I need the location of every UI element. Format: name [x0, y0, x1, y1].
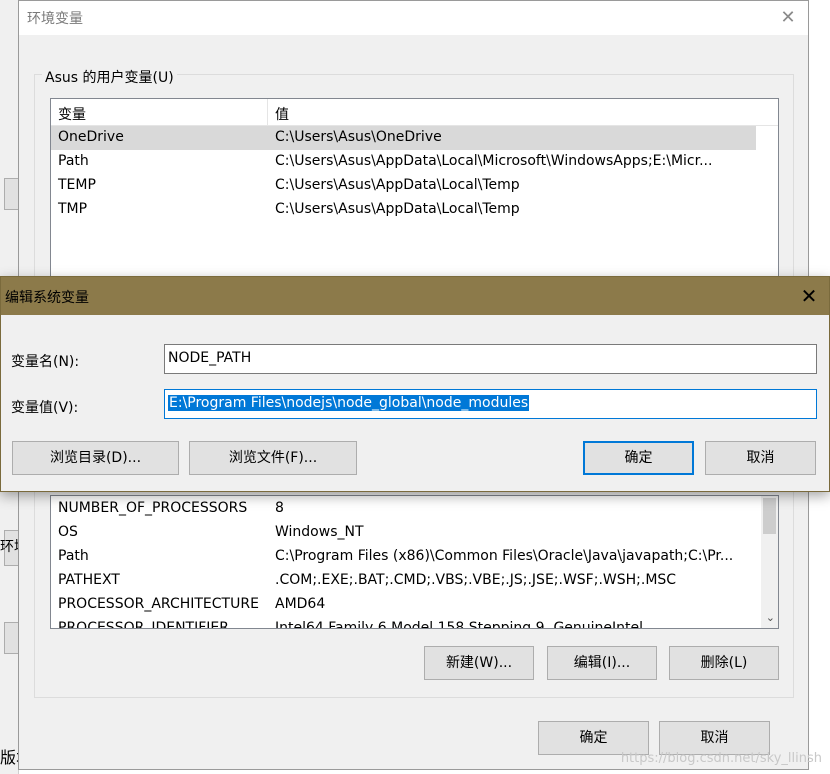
dialog-title: 环境变量	[27, 11, 83, 27]
user-variables-list[interactable]: 变量 值 OneDrive C:\Users\Asus\OneDrive Pat…	[50, 98, 779, 278]
variable-value: C:\Program Files (x86)\Common Files\Orac…	[275, 548, 734, 564]
variable-value: C:\Users\Asus\AppData\Local\Microsoft\Wi…	[275, 153, 713, 169]
cancel-button[interactable]: 取消	[659, 721, 770, 755]
watermark: https://blog.csdn.net/sky_llinsh	[620, 751, 822, 766]
variable-value: Intel64 Family 6 Model 158 Stepping 9, G…	[275, 620, 644, 629]
browse-directory-button[interactable]: 浏览目录(D)...	[12, 441, 179, 475]
scrollbar-thumb[interactable]	[763, 498, 776, 534]
variable-value: C:\Users\Asus\AppData\Local\Temp	[275, 177, 520, 193]
variable-value: C:\Users\Asus\AppData\Local\Temp	[275, 201, 520, 217]
cancel-button[interactable]: 取消	[705, 441, 816, 475]
edit-system-variable-dialog: 编辑系统变量 ✕ 变量名(N): NODE_PATH 变量值(V): E:\Pr…	[0, 276, 830, 492]
variable-value-label: 变量值(V):	[11, 400, 79, 416]
variable-name-value: NODE_PATH	[168, 350, 252, 366]
variable-value-value: E:\Program Files\nodejs\node_global\node…	[168, 395, 530, 411]
variable-value: 8	[275, 500, 284, 516]
title-bar: 编辑系统变量 ✕	[1, 277, 829, 315]
variable-name: PATHEXT	[58, 572, 120, 588]
variable-value-field[interactable]: E:\Program Files\nodejs\node_global\node…	[164, 389, 817, 419]
variable-value: AMD64	[275, 596, 326, 612]
browse-file-button[interactable]: 浏览文件(F)...	[189, 441, 357, 475]
ok-button[interactable]: 确定	[538, 721, 649, 755]
variable-value: Windows_NT	[275, 524, 364, 540]
variable-name: PROCESSOR_ARCHITECTURE	[58, 596, 259, 612]
system-variables-list[interactable]: NUMBER_OF_PROCESSORS 8 OS Windows_NT Pat…	[50, 495, 779, 629]
variable-name: TEMP	[58, 177, 96, 193]
list-item[interactable]: PATHEXT .COM;.EXE;.BAT;.CMD;.VBS;.VBE;.J…	[51, 569, 756, 593]
list-item[interactable]: Path C:\Program Files (x86)\Common Files…	[51, 545, 756, 569]
title-bar: 环境变量 ✕	[19, 1, 808, 35]
variable-name: Path	[58, 548, 89, 564]
edit-button[interactable]: 编辑(I)...	[547, 646, 657, 680]
new-button[interactable]: 新建(W)...	[424, 646, 534, 680]
list-header: 变量 值	[51, 99, 778, 126]
close-icon[interactable]: ✕	[774, 4, 802, 32]
variable-name: PROCESSOR_IDENTIFIER	[58, 620, 229, 629]
vertical-scrollbar[interactable]: ⌄	[761, 496, 778, 628]
user-variables-label: Asus 的用户变量(U)	[42, 67, 177, 87]
variable-name-label: 变量名(N):	[11, 354, 80, 370]
column-divider[interactable]	[267, 99, 268, 125]
variable-name: Path	[58, 153, 89, 169]
ok-button[interactable]: 确定	[583, 441, 694, 475]
variable-name: OneDrive	[58, 129, 124, 145]
list-item[interactable]: TEMP C:\Users\Asus\AppData\Local\Temp	[51, 174, 756, 198]
close-icon[interactable]: ✕	[795, 282, 823, 310]
list-item[interactable]: TMP C:\Users\Asus\AppData\Local\Temp	[51, 198, 756, 222]
dialog-title: 编辑系统变量	[5, 290, 89, 306]
list-item[interactable]: Path C:\Users\Asus\AppData\Local\Microso…	[51, 150, 756, 174]
variable-value: C:\Users\Asus\OneDrive	[275, 129, 442, 145]
list-item[interactable]: NUMBER_OF_PROCESSORS 8	[51, 497, 756, 521]
variable-value: .COM;.EXE;.BAT;.CMD;.VBS;.VBE;.JS;.JSE;.…	[275, 572, 677, 588]
list-item[interactable]: PROCESSOR_ARCHITECTURE AMD64	[51, 593, 756, 617]
variable-name: TMP	[58, 201, 88, 217]
chevron-down-icon[interactable]: ⌄	[766, 611, 775, 624]
column-header-value[interactable]: 值	[275, 104, 289, 124]
variable-name-field[interactable]: NODE_PATH	[164, 344, 817, 374]
variable-name: OS	[58, 524, 78, 540]
list-item[interactable]: OneDrive C:\Users\Asus\OneDrive	[51, 126, 756, 150]
column-header-name[interactable]: 变量	[58, 104, 86, 124]
list-item[interactable]: PROCESSOR_IDENTIFIER Intel64 Family 6 Mo…	[51, 617, 756, 629]
variable-name: NUMBER_OF_PROCESSORS	[58, 500, 248, 516]
delete-button[interactable]: 删除(L)	[669, 646, 779, 680]
list-item[interactable]: OS Windows_NT	[51, 521, 756, 545]
